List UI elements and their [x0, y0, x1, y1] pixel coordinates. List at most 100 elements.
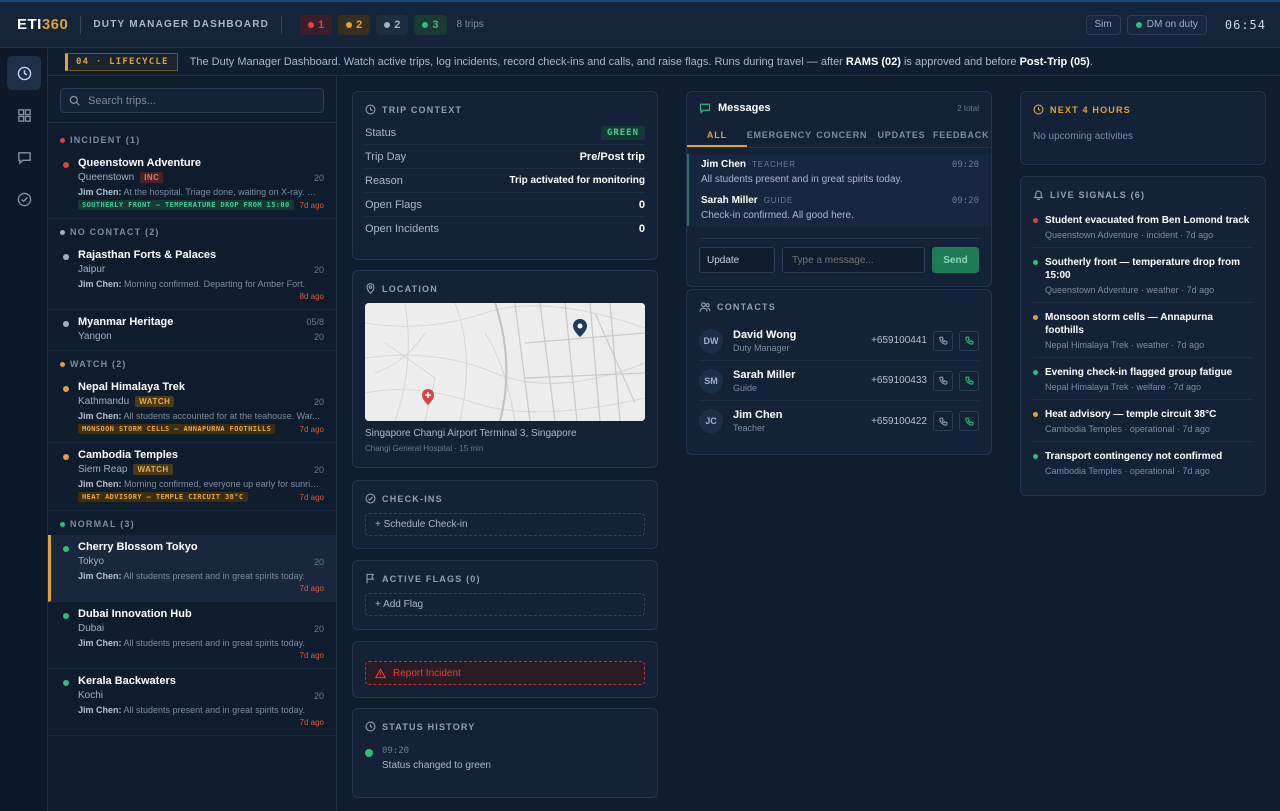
message-item[interactable]: Jim Chen TEACHER 09:20 All students presen…: [687, 154, 991, 190]
location-card: LOCATION Singapore Changi Airport Termin…: [352, 270, 658, 468]
nearest-hospital: Changi General Hospital · 15 min: [365, 444, 484, 453]
watch-count-badge[interactable]: 2: [338, 14, 371, 35]
tab-emergency[interactable]: EMERGENCY: [747, 123, 812, 147]
clock-icon: [365, 104, 376, 115]
online-dot-icon: [1135, 21, 1142, 28]
contact-row: DW David Wong Duty Manager +659100441: [699, 321, 979, 361]
message-input[interactable]: [782, 247, 925, 273]
app-title: DUTY MANAGER DASHBOARD: [93, 19, 270, 30]
whatsapp-button[interactable]: [959, 411, 979, 431]
phone-icon: [938, 376, 947, 385]
call-button[interactable]: [933, 330, 953, 351]
signal-item[interactable]: Monsoon storm cells — Annapurna foothill…: [1033, 303, 1253, 358]
nav-dashboard[interactable]: [7, 56, 41, 90]
whatsapp-button[interactable]: [959, 330, 979, 351]
report-incident-card: Report Incident: [352, 641, 658, 698]
signal-tag: SOUTHERLY FRONT — TEMPERATURE DROP FROM …: [78, 200, 294, 210]
open-incidents-row: Open Incidents 0: [365, 223, 645, 235]
signal-item[interactable]: Student evacuated from Ben Lomond track Q…: [1033, 206, 1253, 248]
call-button[interactable]: [933, 411, 953, 431]
open-flags-row: Open Flags 0: [365, 193, 645, 217]
avatar: JC: [699, 409, 723, 433]
trips-count: 8 trips: [456, 19, 484, 30]
warning-icon: [375, 667, 386, 678]
nav-grid[interactable]: [7, 98, 41, 132]
trip-item-selected[interactable]: Cherry Blossom Tokyo Tokyo 20 Jim Chen: A…: [48, 535, 336, 602]
incident-count-badge[interactable]: 1: [300, 14, 333, 35]
pin-icon: [366, 283, 375, 294]
check-circle-icon: [365, 493, 376, 504]
trip-list-panel: INCIDENT (1) Queenstown Adventure Queens…: [48, 76, 337, 811]
tab-updates[interactable]: UPDATES: [872, 123, 932, 147]
phone-green-icon: [964, 417, 973, 426]
signal-item[interactable]: Evening check-in flagged group fatigue Ne…: [1033, 358, 1253, 400]
status-tag: WATCH: [135, 396, 175, 407]
normal-count-badge[interactable]: 3: [414, 14, 447, 35]
users-icon: [699, 302, 711, 312]
signal-tag: HEAT ADVISORY — TEMPLE CIRCUIT 38°C: [78, 492, 248, 502]
banner-text: The Duty Manager Dashboard. Watch active…: [189, 55, 1093, 68]
trip-item[interactable]: Cambodia Temples Siem Reap WATCH 20 Jim Ch…: [48, 443, 336, 511]
trip-item[interactable]: Queenstown Adventure Queenstown INC 20 Jim…: [48, 151, 336, 219]
history-icon: [365, 721, 376, 732]
nav-messages[interactable]: [7, 140, 41, 174]
trip-item[interactable]: Kerala Backwaters Kochi 20 Jim Chen: All …: [48, 669, 336, 736]
signal-item[interactable]: Transport contingency not confirmed Cambo…: [1033, 442, 1253, 483]
group-normal: NORMAL (3): [48, 513, 336, 535]
chat-icon: [17, 151, 31, 165]
no-activities-text: No upcoming activities: [1033, 131, 1134, 142]
location-address: Singapore Changi Airport Terminal 3, Sin…: [365, 428, 577, 439]
trip-item[interactable]: Myanmar Heritage 05/8 Yangon 20: [48, 310, 336, 351]
clock: 06:54: [1224, 17, 1266, 32]
phone-icon: [938, 336, 947, 345]
lifecycle-badge: 04 · LIFECYCLE: [65, 52, 178, 71]
call-button[interactable]: [933, 370, 953, 391]
status-tag: INC: [140, 172, 164, 183]
search-icon: [69, 95, 80, 106]
signal-item[interactable]: Heat advisory — temple circuit 38°C Cambo…: [1033, 400, 1253, 442]
phone-green-icon: [964, 336, 973, 345]
tab-all[interactable]: ALL: [687, 123, 747, 147]
history-entry: 09:20 Status changed to green: [365, 746, 645, 771]
flag-icon: [366, 573, 375, 584]
clock-icon: [17, 66, 31, 80]
app-logo[interactable]: ETI360: [17, 16, 68, 33]
no-contact-count-badge[interactable]: 2: [376, 14, 409, 35]
group-watch: WATCH (2): [48, 353, 336, 375]
messages-total: 2 total: [957, 103, 979, 113]
sim-toggle[interactable]: Sim: [1085, 14, 1121, 35]
status-history-card: STATUS HISTORY 09:20 Status changed to g…: [352, 708, 658, 798]
phone-icon: [938, 417, 947, 426]
check-ins-card: CHECK-INS + Schedule Check-in: [352, 480, 658, 549]
location-map[interactable]: [365, 303, 645, 421]
trip-item[interactable]: Dubai Innovation Hub Dubai 20 Jim Chen: A…: [48, 602, 336, 669]
add-flag-button[interactable]: + Add Flag: [365, 593, 645, 616]
top-bar: ETI360 DUTY MANAGER DASHBOARD 1 2 2 3 8 …: [0, 0, 1280, 48]
send-button[interactable]: Send: [932, 247, 979, 273]
active-flags-card: ACTIVE FLAGS (0) + Add Flag: [352, 560, 658, 630]
messages-card: Messages 2 total ALL EMERGENCY CONCERN U…: [686, 91, 992, 287]
nav-checks[interactable]: [7, 182, 41, 216]
contact-row: SM Sarah Miller Guide +659100433: [699, 361, 979, 401]
tab-feedback[interactable]: FEEDBACK: [931, 123, 991, 147]
lifecycle-banner: 04 · LIFECYCLE The Duty Manager Dashboar…: [48, 48, 1280, 76]
avatar: DW: [699, 328, 723, 353]
messages-title: Messages: [718, 102, 771, 114]
message-item[interactable]: Sarah Miller GUIDE 09:20 Check-in confirme…: [687, 190, 991, 226]
whatsapp-button[interactable]: [959, 370, 979, 391]
duty-status[interactable]: DM on duty: [1126, 14, 1207, 35]
tab-concern[interactable]: CONCERN: [812, 123, 872, 147]
signal-tag: MONSOON STORM CELLS — ANNAPURNA FOOTHILL…: [78, 424, 276, 434]
status-row: Status GREEN: [365, 121, 645, 145]
signal-item[interactable]: Southerly front — temperature drop from …: [1033, 248, 1253, 303]
contacts-card: CONTACTS DW David Wong Duty Manager +6591…: [686, 289, 992, 455]
message-type-select[interactable]: Update: [699, 247, 775, 273]
contact-row: JC Jim Chen Teacher +659100422: [699, 401, 979, 441]
trip-item[interactable]: Nepal Himalaya Trek Kathmandu WATCH 20 Jim…: [48, 375, 336, 443]
search-input[interactable]: [88, 94, 308, 107]
schedule-check-in-button[interactable]: + Schedule Check-in: [365, 513, 645, 536]
trip-item[interactable]: Rajasthan Forts & Palaces Jaipur 20 Jim C…: [48, 243, 336, 310]
report-incident-button[interactable]: Report Incident: [365, 661, 645, 685]
search-box[interactable]: [60, 88, 324, 113]
bell-icon: [1033, 190, 1044, 200]
